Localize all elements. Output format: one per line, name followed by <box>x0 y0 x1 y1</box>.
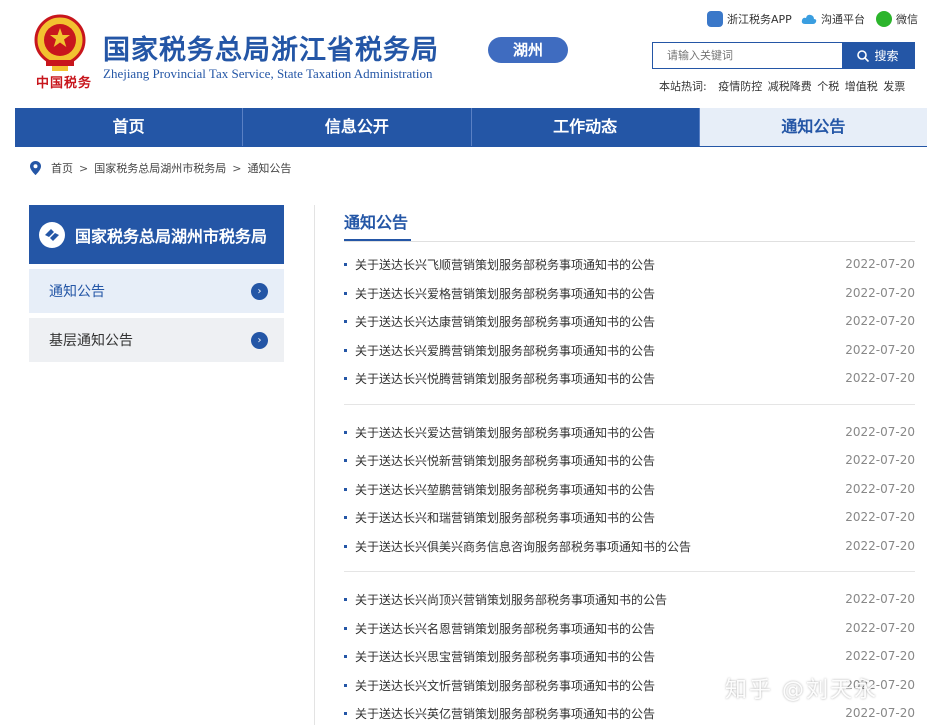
list-item[interactable]: 关于送达长兴俱美兴商务信息咨询服务部税务事项通知书的公告 2022-07-20 <box>344 536 915 556</box>
search-button[interactable]: 搜索 <box>842 43 914 68</box>
page-title: 通知公告 <box>344 213 409 232</box>
hot-words: 本站热词: 疫情防控 减税降费 个税 增值税 发票 <box>659 78 907 94</box>
emblem-caption: 中国税务 <box>36 76 93 91</box>
notice-title[interactable]: 关于送达长兴名恩营销策划服务部税务事项通知书的公告 <box>344 620 655 637</box>
sidebar-item-notices[interactable]: 通知公告 › <box>29 269 284 313</box>
group-divider <box>344 404 915 405</box>
notice-date: 2022-07-20 <box>845 371 915 385</box>
notice-date: 2022-07-20 <box>845 286 915 300</box>
notice-date: 2022-07-20 <box>845 706 915 720</box>
hot-word[interactable]: 个税 <box>817 80 839 93</box>
national-emblem-icon <box>34 14 86 71</box>
breadcrumb-current[interactable]: 通知公告 <box>247 160 291 176</box>
nav-item-info-disclosure[interactable]: 信息公开 <box>243 108 472 146</box>
nav-item-notices[interactable]: 通知公告 <box>699 108 927 146</box>
top-link-label: 浙江税务APP <box>727 13 792 26</box>
breadcrumb-separator: > <box>79 161 89 175</box>
top-link-platform[interactable]: 沟通平台 <box>801 11 865 27</box>
hot-word[interactable]: 增值税 <box>845 80 878 93</box>
nav-item-work-news[interactable]: 工作动态 <box>472 108 700 146</box>
wechat-icon <box>876 11 892 27</box>
notice-title[interactable]: 关于送达长兴思宝营销策划服务部税务事项通知书的公告 <box>344 648 655 665</box>
hot-words-label: 本站热词: <box>659 80 707 93</box>
notice-title[interactable]: 关于送达长兴爱格营销策划服务部税务事项通知书的公告 <box>344 285 655 302</box>
search-input[interactable] <box>653 43 843 68</box>
notice-title[interactable]: 关于送达长兴爱达营销策划服务部税务事项通知书的公告 <box>344 424 655 441</box>
chevron-right-icon: › <box>251 282 268 300</box>
list-item[interactable]: 关于送达长兴爱格营销策划服务部税务事项通知书的公告 2022-07-20 <box>344 283 915 303</box>
sidebar-header: 国家税务总局湖州市税务局 <box>29 205 284 264</box>
sidebar-title: 国家税务总局湖州市税务局 <box>75 226 268 246</box>
list-item[interactable]: 关于送达长兴和瑞营销策划服务部税务事项通知书的公告 2022-07-20 <box>344 507 915 527</box>
notice-date: 2022-07-20 <box>845 539 915 553</box>
tax-logo-icon <box>39 221 65 248</box>
notice-date: 2022-07-20 <box>845 425 915 439</box>
top-link-label: 微信 <box>896 13 918 26</box>
notice-title[interactable]: 关于送达长兴俱美兴商务信息咨询服务部税务事项通知书的公告 <box>344 538 691 555</box>
notice-date: 2022-07-20 <box>845 453 915 467</box>
search-button-label: 搜索 <box>874 49 899 63</box>
notice-date: 2022-07-20 <box>845 649 915 663</box>
notice-date: 2022-07-20 <box>845 314 915 328</box>
list-item[interactable]: 关于送达长兴思宝营销策划服务部税务事项通知书的公告 2022-07-20 <box>344 646 915 666</box>
site-title[interactable]: 国家税务总局浙江省税务局 <box>103 28 439 67</box>
notice-title[interactable]: 关于送达长兴文忻营销策划服务部税务事项通知书的公告 <box>344 677 655 694</box>
hot-word[interactable]: 减税降费 <box>768 80 812 93</box>
list-item[interactable]: 关于送达长兴名恩营销策划服务部税务事项通知书的公告 2022-07-20 <box>344 618 915 638</box>
notice-date: 2022-07-20 <box>845 592 915 606</box>
top-link-wechat[interactable]: 微信 <box>876 11 918 27</box>
list-item[interactable]: 关于送达长兴爱腾营销策划服务部税务事项通知书的公告 2022-07-20 <box>344 340 915 360</box>
hot-word[interactable]: 发票 <box>883 80 905 93</box>
search-box: 搜索 <box>652 42 915 69</box>
notice-title[interactable]: 关于送达长兴尚顶兴营销策划服务部税务事项通知书的公告 <box>344 591 667 608</box>
list-item[interactable]: 关于送达长兴堃鹏营销策划服务部税务事项通知书的公告 2022-07-20 <box>344 479 915 499</box>
notice-date: 2022-07-20 <box>845 621 915 635</box>
phone-app-icon <box>707 11 723 27</box>
list-item[interactable]: 关于送达长兴飞顺营销策划服务部税务事项通知书的公告 2022-07-20 <box>344 254 915 274</box>
list-item[interactable]: 关于送达长兴悦腾营销策划服务部税务事项通知书的公告 2022-07-20 <box>344 368 915 388</box>
notice-title[interactable]: 关于送达长兴悦腾营销策划服务部税务事项通知书的公告 <box>344 370 655 387</box>
site-header: 中国税务 国家税务总局浙江省税务局 Zhejiang Provincial Ta… <box>0 0 941 108</box>
top-link-app[interactable]: 浙江税务APP <box>707 11 792 27</box>
notice-date: 2022-07-20 <box>845 257 915 271</box>
top-link-label: 沟通平台 <box>821 13 865 26</box>
sidebar-item-label: 基层通知公告 <box>49 333 133 349</box>
notice-title[interactable]: 关于送达长兴达康营销策划服务部税务事项通知书的公告 <box>344 313 655 330</box>
notice-title[interactable]: 关于送达长兴飞顺营销策划服务部税务事项通知书的公告 <box>344 256 655 273</box>
cloud-icon <box>801 14 817 24</box>
nav-item-home[interactable]: 首页 <box>15 108 244 146</box>
list-item[interactable]: 关于送达长兴达康营销策划服务部税务事项通知书的公告 2022-07-20 <box>344 311 915 331</box>
notice-title[interactable]: 关于送达长兴和瑞营销策划服务部税务事项通知书的公告 <box>344 509 655 526</box>
sidebar-item-local-notices[interactable]: 基层通知公告 › <box>29 318 284 362</box>
column-divider <box>314 205 315 725</box>
location-pin-icon <box>30 161 41 175</box>
list-item[interactable]: 关于送达长兴英亿营销策划服务部税务事项通知书的公告 2022-07-20 <box>344 703 915 723</box>
search-icon <box>857 49 870 62</box>
list-item[interactable]: 关于送达长兴爱达营销策划服务部税务事项通知书的公告 2022-07-20 <box>344 422 915 442</box>
notice-title[interactable]: 关于送达长兴悦新营销策划服务部税务事项通知书的公告 <box>344 452 655 469</box>
sidebar-item-label: 通知公告 <box>49 284 105 300</box>
notice-title[interactable]: 关于送达长兴爱腾营销策划服务部税务事项通知书的公告 <box>344 342 655 359</box>
notice-date: 2022-07-20 <box>845 510 915 524</box>
breadcrumb-home[interactable]: 首页 <box>51 160 73 176</box>
group-divider <box>344 571 915 572</box>
notice-date: 2022-07-20 <box>845 482 915 496</box>
watermark: 知乎 @刘天永 <box>725 678 878 703</box>
notice-title[interactable]: 关于送达长兴堃鹏营销策划服务部税务事项通知书的公告 <box>344 481 655 498</box>
breadcrumb-separator: > <box>232 161 242 175</box>
breadcrumb: 首页 > 国家税务总局湖州市税务局 > 通知公告 <box>30 160 291 176</box>
notice-date: 2022-07-20 <box>845 343 915 357</box>
site-subtitle: Zhejiang Provincial Tax Service, State T… <box>103 66 433 81</box>
hot-word[interactable]: 疫情防控 <box>718 80 762 93</box>
breadcrumb-city-bureau[interactable]: 国家税务总局湖州市税务局 <box>94 160 226 176</box>
main-nav: 首页 信息公开 工作动态 通知公告 <box>15 108 927 147</box>
chevron-right-icon: › <box>251 331 268 349</box>
list-item[interactable]: 关于送达长兴尚顶兴营销策划服务部税务事项通知书的公告 2022-07-20 <box>344 589 915 609</box>
city-badge[interactable]: 湖州 <box>488 37 568 63</box>
title-divider <box>344 241 915 242</box>
notice-title[interactable]: 关于送达长兴英亿营销策划服务部税务事项通知书的公告 <box>344 705 655 722</box>
list-item[interactable]: 关于送达长兴悦新营销策划服务部税务事项通知书的公告 2022-07-20 <box>344 450 915 470</box>
